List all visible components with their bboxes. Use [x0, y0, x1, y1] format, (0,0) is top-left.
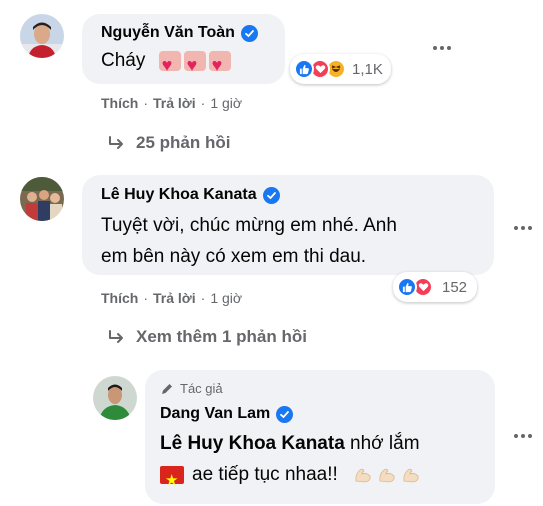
mention-link[interactable]: Lê Huy Khoa Kanata: [160, 433, 345, 454]
like-button[interactable]: Thích: [101, 290, 138, 306]
more-options-icon[interactable]: [511, 424, 535, 448]
avatar[interactable]: [20, 177, 64, 221]
reply-arrow-icon: [109, 136, 123, 149]
reaction-count: 152: [442, 278, 468, 296]
flexed-biceps-icon: [403, 468, 419, 483]
comment-author[interactable]: Nguyễn Văn Toàn: [101, 24, 258, 42]
verified-badge-icon: [262, 186, 280, 204]
author-tag: Tác giả: [160, 381, 223, 396]
more-options-icon[interactable]: [511, 216, 535, 240]
reply-author[interactable]: Dang Van Lam: [160, 405, 294, 423]
like-reaction-icon: [397, 277, 417, 297]
like-reaction-icon: [294, 59, 314, 79]
reaction-summary[interactable]: 152: [393, 272, 478, 302]
flexed-biceps-icon: [379, 468, 395, 483]
flexed-biceps-icon: [355, 468, 371, 483]
vietnam-flag-icon: [160, 465, 184, 496]
comment-author[interactable]: Lê Huy Khoa Kanata: [101, 186, 280, 204]
reply-arrow-icon: [109, 330, 123, 343]
reaction-count: 1,1K: [352, 60, 383, 78]
comment-actions: Thích · Trả lời · 1 giờ: [101, 95, 243, 111]
comment-actions: Thích · Trả lời · 1 giờ: [101, 290, 243, 306]
heart-emoji-icon: [183, 50, 206, 81]
view-replies-link[interactable]: 25 phản hồi: [108, 133, 230, 153]
heart-emoji-icon: [158, 50, 181, 81]
comment-time[interactable]: 1 giờ: [210, 95, 242, 111]
avatar[interactable]: [93, 376, 137, 420]
avatar[interactable]: [20, 14, 64, 58]
heart-emoji-icon: [208, 50, 231, 81]
view-more-replies-link[interactable]: Xem thêm 1 phản hồi: [108, 327, 307, 347]
pencil-icon: [162, 383, 172, 394]
reply-text: Lê Huy Khoa Kanata nhớ lắm ae tiếp tục n…: [160, 428, 421, 496]
more-options-icon[interactable]: [430, 36, 454, 60]
comment-time[interactable]: 1 giờ: [210, 290, 242, 306]
reply-button[interactable]: Trả lời: [153, 290, 196, 306]
like-button[interactable]: Thích: [101, 95, 138, 111]
comment-text: Cháy: [101, 45, 231, 81]
verified-badge-icon: [240, 24, 258, 42]
reaction-summary[interactable]: 1,1K: [290, 54, 391, 84]
comment-text: Tuyệt vời, chúc mừng em nhé. Anh em bên …: [101, 215, 397, 267]
verified-badge-icon: [276, 405, 294, 423]
reply-button[interactable]: Trả lời: [153, 95, 196, 111]
